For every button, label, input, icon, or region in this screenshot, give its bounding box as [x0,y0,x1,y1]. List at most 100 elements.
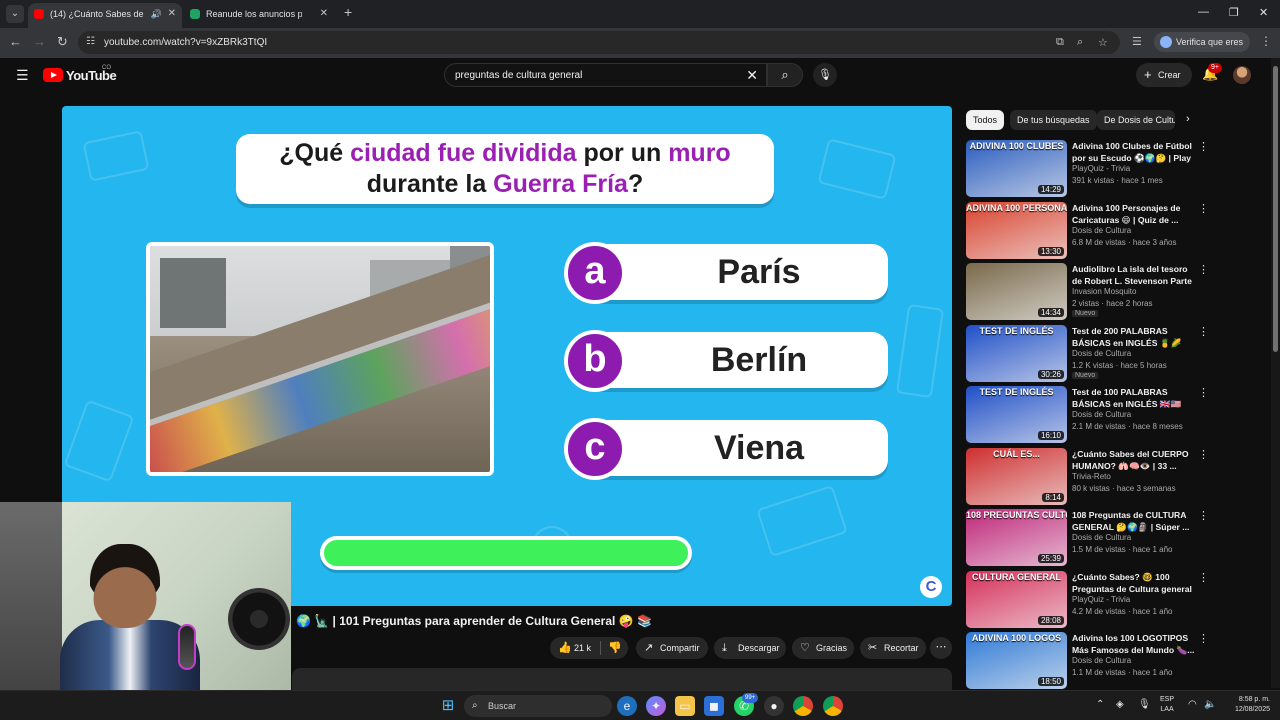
more-options-icon[interactable]: ⋮ [1198,632,1209,645]
voice-search-button[interactable]: 🎙 [813,63,837,87]
cast-icon[interactable]: ⧉ [1056,36,1064,49]
close-icon[interactable]: ✕ [320,3,328,25]
tab-ads[interactable]: Reanude los anuncios para con ✕ [184,3,334,28]
reading-list-icon[interactable]: ☰ [1132,35,1142,48]
recommendation-title[interactable]: ¿Cuánto Sabes del CUERPO HUMANO? 🫁🧠👁️ | … [1072,448,1196,472]
chip-all[interactable]: Todos [966,110,1005,130]
thumbs-up-icon[interactable]: 👍 [558,637,572,659]
more-actions-icon[interactable]: ⋯ [930,637,952,659]
channel-name[interactable]: Invasion Mosquito [1072,287,1136,296]
tray-app-icon[interactable]: ◈ [1116,699,1124,710]
chevron-up-icon[interactable]: ⌃ [1096,699,1104,710]
video-thumbnail[interactable]: CULTURA GENERAL 28:08 [966,570,1067,628]
chrome-icon[interactable] [793,696,813,716]
edge-icon[interactable]: e [617,696,637,716]
download-button[interactable]: ⤓ Descargar [714,637,786,659]
recommendation-item[interactable]: TEST DE INGLÉS 16:10 Test de 100 PALABRAS … [966,386,1264,444]
more-options-icon[interactable]: ⋮ [1198,202,1209,215]
video-thumbnail[interactable]: 108 PREGUNTAS CULTURA GENERAL 25:39 [966,509,1067,566]
search-button[interactable]: ⌕ [767,63,803,87]
more-options-icon[interactable]: ⋮ [1198,140,1209,153]
volume-icon[interactable]: 🔈 [1204,699,1216,710]
thumbs-down-icon[interactable]: 👎 [608,637,622,659]
recommendation-title[interactable]: Adivina 100 Personajes de Caricaturas 😄 … [1072,202,1196,226]
tab-search-button[interactable]: ⌄ [6,5,24,23]
channel-name[interactable]: Dosis de Cultura [1072,226,1131,235]
more-options-icon[interactable]: ⋮ [1198,386,1209,399]
wifi-icon[interactable]: ◠ [1188,699,1197,710]
channel-name[interactable]: Dosis de Cultura [1072,656,1131,665]
video-thumbnail[interactable]: ADIVINA 100 LOGOS 18:50 [966,632,1067,689]
verify-profile-button[interactable]: Verifica que eres tú [1154,32,1250,67]
zoom-icon[interactable]: ⌕ [1077,36,1083,49]
chevron-right-icon[interactable]: › [1186,113,1190,125]
copilot-icon[interactable]: ✦ [646,696,666,716]
channel-name[interactable]: PlayQuiz - Trivia [1072,595,1130,604]
app-icon[interactable]: ● [764,696,784,716]
reload-icon[interactable]: ↻ [57,34,68,50]
speaker-icon[interactable]: 🔊 [151,3,162,25]
recommendation-item[interactable]: TEST DE INGLÉS 30:26 Test de 200 PALABRAS … [966,324,1264,383]
more-options-icon[interactable]: ⋮ [1198,571,1209,584]
video-thumbnail[interactable]: TEST DE INGLÉS 30:26 [966,324,1067,382]
create-button[interactable]: + Crear [1136,63,1192,87]
recommendation-item[interactable]: CULTURA GENERAL 28:08 ¿Cuánto Sabes? 🤓 100… [966,570,1264,629]
recommendation-title[interactable]: Audiolibro La isla del tesoro de Robert … [1072,263,1196,287]
window-close-icon[interactable]: ✕ [1259,6,1268,19]
system-clock[interactable]: 8:58 p. m. 12/08/2025 [1224,695,1270,715]
channel-name[interactable]: PlayQuiz - Trivia [1072,164,1130,173]
clear-search-icon[interactable]: ✕ [746,67,758,84]
chip-from-searches[interactable]: De tus búsquedas [1010,110,1097,130]
recommendation-title[interactable]: Adivina los 100 LOGOTIPOS Más Famosos de… [1072,632,1196,656]
store-icon[interactable]: ◼ [704,696,724,716]
site-info-icon[interactable]: ☷ [86,36,95,47]
language-indicator[interactable]: ESP LAA [1160,695,1174,715]
minimize-icon[interactable]: — [1198,6,1209,18]
recommendation-item[interactable]: ADIVINA 100 PERSONAJES 13:30 Adivina 100 P… [966,201,1264,260]
menu-icon[interactable]: ☰ [16,67,29,84]
chrome-profile-icon[interactable] [823,696,843,716]
video-thumbnail[interactable]: TEST DE INGLÉS 16:10 [966,386,1067,443]
new-tab-icon[interactable]: + [344,4,352,20]
recommendation-title[interactable]: Test de 100 PALABRAS BÁSICAS en INGLÉS 🇬… [1072,386,1196,410]
more-options-icon[interactable]: ⋮ [1198,448,1209,461]
page-scrollbar[interactable] [1271,58,1280,688]
recommendation-item[interactable]: 108 PREGUNTAS CULTURA GENERAL 25:39 108 Pr… [966,509,1264,567]
file-explorer-icon[interactable]: ▭ [675,696,695,716]
chip-from-channel[interactable]: De Dosis de Cultu [1097,110,1175,130]
channel-name[interactable]: Trivia-Reto [1072,472,1111,481]
like-count[interactable]: 21 k [574,637,591,659]
tab-youtube[interactable]: (14) ¿Cuánto Sabes de CULT 🔊 ✕ [28,3,182,28]
recommendation-item[interactable]: CUÁL ES... 8:14 ¿Cuánto Sabes del CUERPO H… [966,447,1264,506]
clip-button[interactable]: ✂ Recortar [860,637,926,659]
recommendation-item[interactable]: ADIVINA 100 LOGOS 18:50 Adivina los 100 LO… [966,632,1264,690]
channel-name[interactable]: Dosis de Cultura [1072,533,1131,542]
video-thumbnail[interactable]: CUÁL ES... 8:14 [966,447,1067,505]
recommendation-item[interactable]: ADIVINA 100 CLUBES 14:29 Adivina 100 Clube… [966,140,1264,198]
channel-name[interactable]: Dosis de Cultura [1072,349,1131,358]
video-thumbnail[interactable]: 14:34 [966,263,1067,320]
microphone-icon[interactable]: 🎙 [1138,699,1151,710]
more-options-icon[interactable]: ⋮ [1198,263,1209,276]
windows-start-icon[interactable]: ⊞ [438,696,458,716]
share-button[interactable]: ↗ Compartir [636,637,708,659]
browser-menu-icon[interactable]: ⋮ [1260,34,1272,48]
back-icon[interactable]: ← [9,34,22,49]
avatar[interactable] [1233,66,1251,84]
recommendation-item[interactable]: 14:34 Audiolibro La isla del tesoro de Ro… [966,263,1264,321]
thanks-button[interactable]: ♡ Gracias [792,637,854,659]
description-box[interactable] [292,668,952,690]
forward-icon[interactable]: → [33,34,46,49]
close-icon[interactable]: ✕ [168,3,176,25]
recommendation-title[interactable]: Test de 200 PALABRAS BÁSICAS en INGLÉS 🍍… [1072,325,1196,349]
more-options-icon[interactable]: ⋮ [1198,509,1209,522]
more-options-icon[interactable]: ⋮ [1198,325,1209,338]
recommendation-title[interactable]: ¿Cuánto Sabes? 🤓 100 Preguntas de Cultur… [1072,571,1196,595]
recommendation-title[interactable]: Adivina 100 Clubes de Fútbol por su Escu… [1072,140,1196,164]
address-bar[interactable]: ☷ youtube.com/watch?v=9xZBRk3TtQI ⧉ ⌕ ☆ [78,31,1120,54]
channel-name[interactable]: Dosis de Cultura [1072,410,1131,419]
search-input[interactable]: preguntas de cultura general ✕ [444,63,767,87]
restore-icon[interactable]: ❐ [1229,6,1239,19]
bookmark-star-icon[interactable]: ☆ [1098,36,1108,49]
youtube-logo-icon[interactable] [43,68,63,82]
